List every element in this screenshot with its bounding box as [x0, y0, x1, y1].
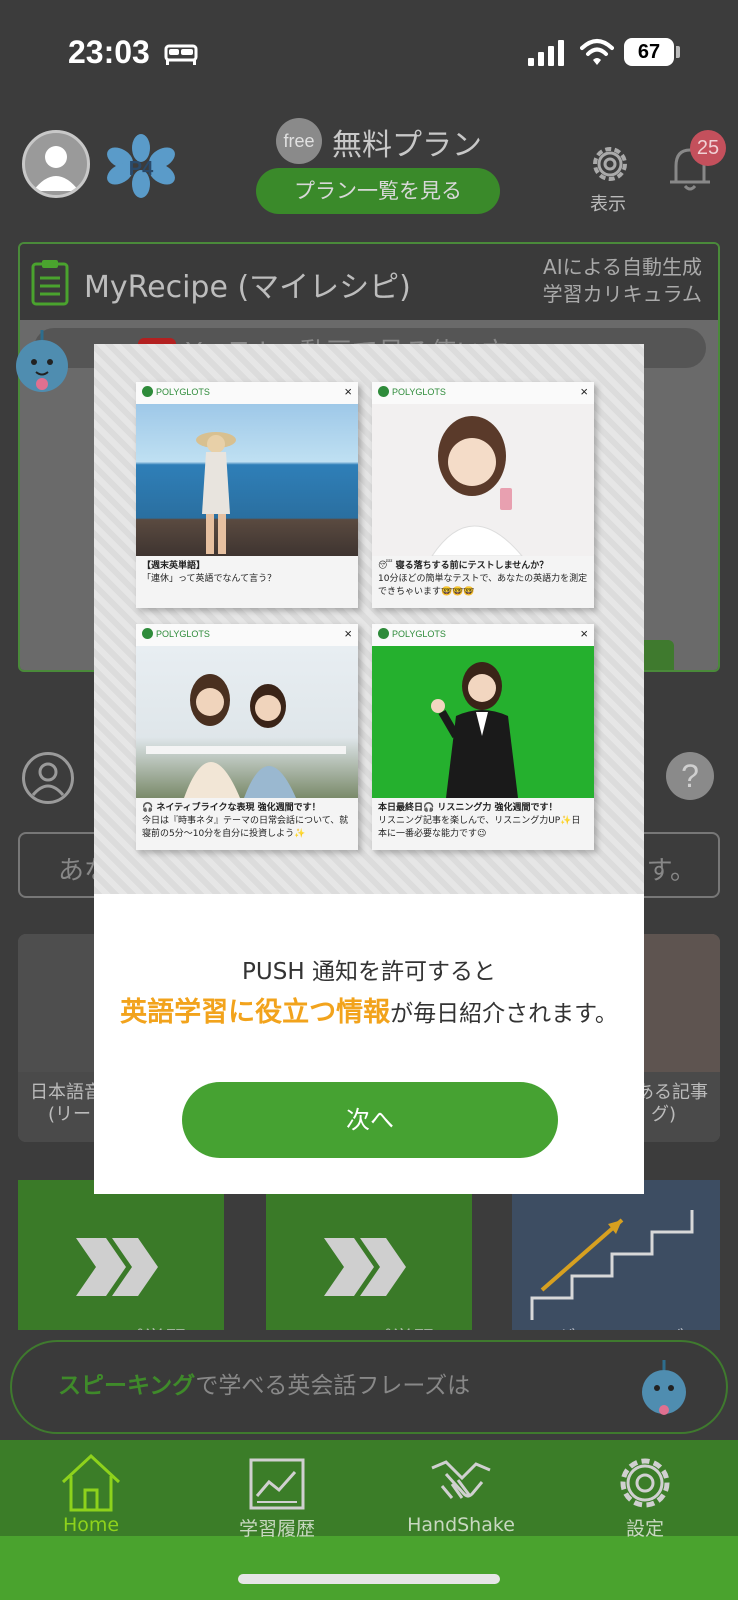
- modal-message-line2: 英語学習に役立つ情報が毎日紹介されます。: [94, 990, 644, 1029]
- p4-logo: P4: [107, 134, 175, 198]
- gear-icon[interactable]: [586, 140, 634, 188]
- close-icon: ×: [580, 384, 588, 399]
- card-3-body: 今日は『時事ネタ』テーマの日常会話について、就寝前の5分〜10分を自分に投資しよ…: [142, 816, 349, 839]
- brand-text: POLYGLOTS: [392, 629, 446, 639]
- card-3-title: 🎧 ネイティブライクな表現 強化週間です！: [142, 803, 321, 813]
- person-outline-icon: [31, 762, 65, 796]
- svg-text:P4: P4: [129, 158, 154, 180]
- tab-handshake-label: HandShake: [407, 1514, 515, 1536]
- myrecipe-header: MyRecipe (マイレシピ) AIによる自動生成 学習カリキュラム: [20, 244, 718, 320]
- speaking-highlight: スピーキング: [58, 1373, 196, 1399]
- free-badge: free: [276, 118, 322, 164]
- tab-settings-label: 設定: [625, 1518, 664, 1540]
- card-2-body: 10分ほどの簡単なテストで、あなたの英語力を測定できちゃいます🤓🤓🤓: [378, 574, 588, 597]
- status-bar: 23:03 67: [0, 0, 738, 108]
- status-time: 23:03: [68, 34, 150, 70]
- push-permission-modal: POLYGLOTS × 【週末英単語】「連休」って英語でなんて言う？ POLYGL…: [94, 344, 644, 1194]
- notification-card-1: POLYGLOTS × 【週末英単語】「連休」って英語でなんて言う？: [136, 382, 358, 608]
- beach-photo: [136, 404, 358, 556]
- speaking-text: スピーキングで学べる英会話フレーズは: [58, 1366, 470, 1400]
- person-icon: [33, 146, 79, 191]
- polyglots-logo: POLYGLOTS: [378, 628, 446, 639]
- user-icon[interactable]: [22, 752, 74, 804]
- myrecipe-ai-line2: 学習カリキュラム: [542, 282, 702, 306]
- tab-bar-bottom: [0, 1536, 738, 1600]
- wifi-icon: [580, 39, 614, 65]
- display-label[interactable]: 表示: [590, 190, 626, 216]
- close-icon: ×: [344, 626, 352, 641]
- step-card-2[interactable]: ステップ学習: [266, 1180, 472, 1330]
- step-label-2: ステップ学習: [266, 1322, 472, 1330]
- card-2-title: 😴 寝る落ちする前にテストしませんか？: [378, 561, 549, 571]
- tab-settings[interactable]: 設定: [580, 1452, 710, 1540]
- step-label-1: ステップ学習: [18, 1322, 224, 1330]
- brand-text: POLYGLOTS: [156, 387, 210, 397]
- brand-text: POLYGLOTS: [392, 387, 446, 397]
- myrecipe-title: MyRecipe (マイレシピ): [84, 270, 411, 305]
- battery-icon: 67: [624, 38, 674, 66]
- stairs-arrow-icon: [530, 1210, 694, 1320]
- next-button[interactable]: 次へ: [182, 1082, 558, 1158]
- card-1-title: 【週末英単語】: [142, 561, 206, 571]
- home-indicator[interactable]: [238, 1574, 500, 1584]
- notification-card-2: POLYGLOTS × 😴 寝る落ちする前にテストしませんか？ 10分ほどの簡単なテ…: [372, 382, 594, 608]
- two-women-figure: [146, 674, 346, 798]
- phone-girl-photo: [372, 404, 594, 556]
- mascot-icon: [642, 1360, 686, 1415]
- businesswoman-figure: [431, 662, 518, 798]
- tab-history[interactable]: 学習履歴: [212, 1452, 342, 1540]
- polyglots-logo: POLYGLOTS: [378, 386, 446, 397]
- polyglots-logo: POLYGLOTS: [142, 628, 210, 639]
- modal-message-rest: が毎日紹介されます。: [390, 1001, 618, 1027]
- sleep-icon: [164, 44, 198, 65]
- help-icon[interactable]: ?: [666, 752, 714, 800]
- card-4-title: 本日最終日🎧 リスニング力 強化週間です！: [378, 803, 558, 813]
- home-icon: [61, 1453, 121, 1512]
- notification-badge: 25: [690, 130, 726, 166]
- tab-home[interactable]: Home: [26, 1452, 156, 1536]
- chart-icon: [249, 1458, 305, 1510]
- modal-message-line1: PUSH 通知を許可すると: [242, 959, 496, 985]
- search-text-right: す。: [646, 856, 696, 886]
- chevrons-icon: [76, 1238, 158, 1296]
- avatar[interactable]: [22, 130, 90, 198]
- step-card-1[interactable]: ステップ学習: [18, 1180, 224, 1330]
- girl-figure: [431, 416, 523, 556]
- close-icon: ×: [344, 384, 352, 399]
- two-women-photo: [136, 646, 358, 798]
- chevrons-icon: [324, 1238, 406, 1296]
- speaking-bar[interactable]: スピーキングで学べる英会話フレーズは: [10, 1340, 728, 1434]
- woman-figure: [196, 432, 236, 554]
- modal-message-highlight: 英語学習に役立つ情報: [120, 997, 391, 1028]
- tab-home-label: Home: [62, 1514, 120, 1536]
- notification-card-3: POLYGLOTS × 🎧 ネイティブライクな表現 強化週間です！ 今日は『時事ネタ…: [136, 624, 358, 850]
- signal-icon: [528, 40, 564, 66]
- plan-list-button[interactable]: プラン一覧を見る: [256, 168, 500, 214]
- tab-handshake[interactable]: HandShake: [396, 1452, 526, 1536]
- card-4-body: リスニング記事を楽しんで、リスニング力UP✨日本に一番必要な能力です😉: [378, 816, 581, 839]
- myrecipe-ai-caption: AIによる自動生成 学習カリキュラム: [543, 254, 702, 308]
- card-1-body: 「連休」って英語でなんて言う？: [142, 574, 277, 584]
- ladder-series-card[interactable]: ラダーシリーズ: [512, 1180, 720, 1330]
- speaking-rest: で学べる英会話フレーズは: [195, 1373, 471, 1399]
- battery-tip: [676, 46, 680, 58]
- gear-icon: [620, 1458, 670, 1508]
- mascot-icon: [16, 330, 68, 392]
- myrecipe-ai-line1: AIによる自動生成: [543, 255, 702, 279]
- businesswoman-photo: [372, 646, 594, 798]
- tab-history-label: 学習履歴: [238, 1518, 315, 1540]
- notification-examples: POLYGLOTS × 【週末英単語】「連休」って英語でなんて言う？ POLYGL…: [94, 344, 644, 894]
- battery-level: 67: [637, 41, 661, 63]
- clipboard-icon: [31, 260, 69, 306]
- handshake-icon: [431, 1460, 491, 1499]
- brand-text: POLYGLOTS: [156, 629, 210, 639]
- plan-name: 無料プラン: [332, 128, 482, 163]
- ladder-label: ラダーシリーズ: [532, 1322, 684, 1330]
- polyglots-logo: POLYGLOTS: [142, 386, 210, 397]
- close-icon: ×: [580, 626, 588, 641]
- notification-card-4: POLYGLOTS × 本日最終日🎧 リスニング力 強化週間です！ リスニング記事を…: [372, 624, 594, 850]
